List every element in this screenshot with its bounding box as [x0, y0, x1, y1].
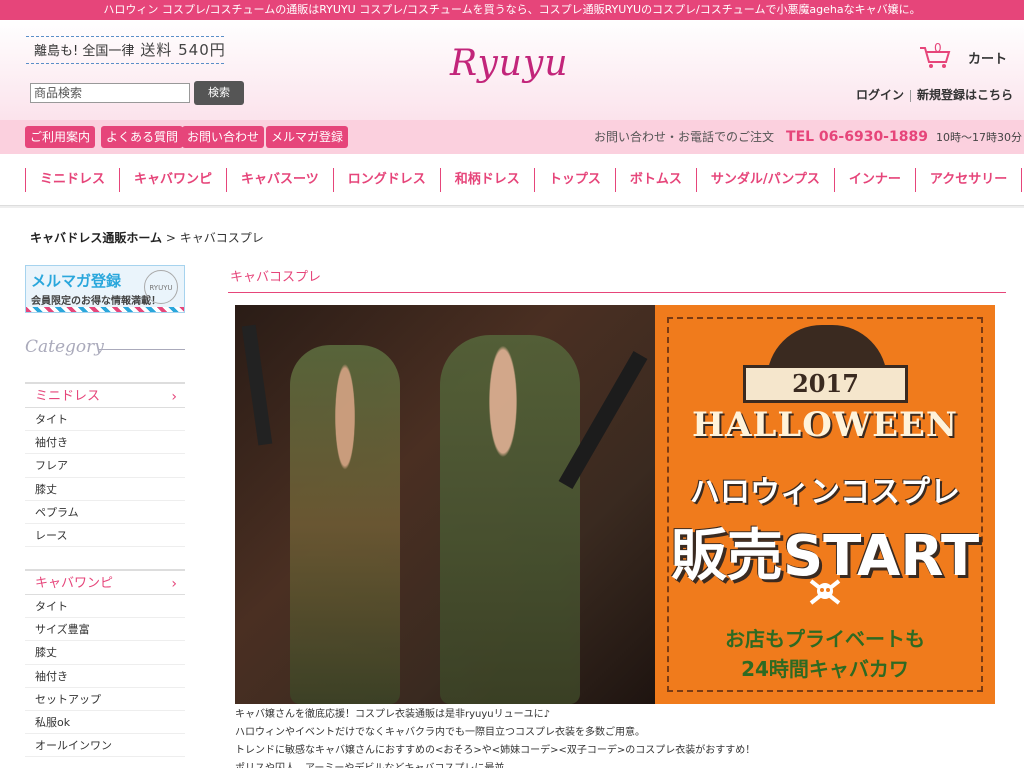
- logo-text: Ryuyu: [450, 43, 569, 84]
- divider: [910, 89, 912, 102]
- cat-cabaret-suit[interactable]: キャバスーツ: [226, 168, 333, 192]
- cat-sandals-pumps[interactable]: サンダル/パンプス: [695, 168, 834, 192]
- sidebar-item[interactable]: レース: [25, 524, 185, 548]
- airmail-stripe: [26, 307, 184, 312]
- skull-crossbones-icon: [809, 579, 841, 605]
- sidebar-item[interactable]: オールインワン: [25, 734, 185, 758]
- search-button[interactable]: 検索: [194, 81, 244, 105]
- description-line: ハロウィンやイベントだけでなくキャバクラ内でも一際目立つコスプレ衣装を多数ご用意…: [235, 727, 645, 738]
- sidebar-item[interactable]: セットアップ: [25, 688, 185, 711]
- business-hours: 10時～17時30分: [935, 131, 1022, 144]
- sidebar-head-label: ミニドレス: [35, 389, 101, 404]
- sidebar-item[interactable]: タイト: [25, 408, 185, 432]
- sidebar-item[interactable]: フレア: [25, 454, 185, 478]
- sidebar-item[interactable]: 袖付き: [25, 431, 185, 455]
- cart-label: カート: [968, 52, 1008, 67]
- breadcrumb: キャバドレス通販ホーム > キャバコスプレ: [30, 229, 264, 246]
- newsletter-title: メルマガ登録: [31, 272, 122, 290]
- banner-sub-1: お店もプライベートも: [725, 627, 925, 651]
- model-photo: [235, 305, 655, 704]
- breadcrumb-home[interactable]: キャバドレス通販ホーム: [30, 231, 162, 245]
- cat-tops[interactable]: トップス: [533, 168, 615, 192]
- banner-jp-title: ハロウィンコスプレ: [690, 475, 960, 510]
- login-link[interactable]: ログイン: [856, 86, 904, 103]
- shipping-price: 送料 540円: [140, 41, 226, 59]
- cat-accessories[interactable]: アクセサリー: [914, 168, 1023, 192]
- phone-number[interactable]: TEL 06-6930-1889: [786, 129, 928, 145]
- cat-mini-dress[interactable]: ミニドレス: [25, 168, 119, 192]
- stamp-icon: RYUYU: [144, 270, 178, 304]
- contact-button[interactable]: お問い合わせ: [182, 126, 265, 148]
- utility-bar: ご利用案内 よくある質問 お問い合わせ メルマガ登録 お問い合わせ・お電話でのご…: [0, 120, 1024, 154]
- cat-inner[interactable]: インナー: [833, 168, 915, 192]
- banner-year: 2017: [743, 365, 908, 403]
- page-title: キャバコスプレ: [228, 265, 1006, 293]
- divider: [0, 206, 1024, 208]
- guide-button[interactable]: ご利用案内: [25, 126, 96, 148]
- sidebar-item[interactable]: 膝丈: [25, 478, 185, 501]
- description-line: ポリスや囚人、アーミーやデビルなどキャバコスプレに最並: [235, 760, 1005, 768]
- description-line: トレンドに敏感なキャバ嬢さんにおすすめの<おそろ>や<姉妹コーデ><双子コーデ>…: [235, 745, 756, 756]
- register-link[interactable]: 新規登録はこちら: [917, 86, 1013, 103]
- halloween-promo-panel: 2017 HALLOWEEN ハロウィンコスプレ 販売START お店もプライベ…: [655, 305, 995, 704]
- breadcrumb-current: キャバコスプレ: [179, 231, 264, 245]
- contact-label: お問い合わせ・お電話でのご注文: [594, 130, 775, 144]
- sidebar-item[interactable]: サイズ豊富: [25, 618, 185, 642]
- sidebar-section-mini-dress: ミニドレス › タイト 袖付き フレア 膝丈 ペプラム レース: [25, 382, 185, 548]
- newsletter-subtitle: 会員限定のお得な情報満載！: [31, 296, 161, 307]
- description: キャバ嬢さんを徹底応援！コスプレ衣装通販は是非ryuyuリューユに♪ ハロウィン…: [235, 706, 1005, 768]
- phone-contact: お問い合わせ・お電話でのご注文 TEL 06-6930-1889 10時～17時30…: [594, 120, 1022, 154]
- category-nav: ミニドレス キャバワンピ キャバスーツ ロングドレス 和柄ドレス トップス ボト…: [0, 154, 1024, 206]
- description-line: キャバ嬢さんを徹底応援！コスプレ衣装通販は是非ryuyuリューユに♪: [235, 709, 551, 720]
- model-right: [440, 335, 580, 704]
- cat-long-dress[interactable]: ロングドレス: [332, 168, 440, 192]
- newsletter-button[interactable]: メルマガ登録: [266, 126, 349, 148]
- sidebar-item[interactable]: ペプラム: [25, 501, 185, 524]
- main-content: キャバコスプレ 2017 HALLOWEEN ハロウィンコスプレ 販売START…: [228, 265, 1006, 768]
- category-heading-text: Category: [25, 337, 104, 357]
- shipping-notice: 離島も! 全国一律 送料 540円: [26, 36, 226, 64]
- chevron-right-icon: ›: [171, 389, 177, 405]
- cat-bottoms[interactable]: ボトムス: [614, 168, 696, 192]
- top-announcement-bar: ハロウィン コスプレ/コスチュームの通販はRYUYU コスプレ/コスチュームを買…: [0, 0, 1024, 20]
- chevron-right-icon: ›: [171, 576, 177, 592]
- cat-cabaret-onepiece[interactable]: キャバワンピ: [119, 168, 226, 192]
- sidebar-item[interactable]: 私服ok: [25, 711, 185, 735]
- site-header: 離島も! 全国一律送料 540円 検索 Ryuyu 0 カート ログイン新規登録…: [0, 20, 1024, 120]
- sidebar-head-label: キャバワンピ: [35, 576, 114, 591]
- cart-link[interactable]: 0 カート: [918, 41, 1010, 74]
- breadcrumb-separator: >: [165, 231, 176, 245]
- search-input[interactable]: [30, 83, 190, 103]
- banner-sub-2: 24時間キャバカワ: [741, 657, 909, 681]
- shipping-text: 離島も! 全国一律: [34, 44, 135, 59]
- category-heading: Category: [25, 337, 185, 361]
- cat-japanese-dress[interactable]: 和柄ドレス: [439, 168, 534, 192]
- sidebar-head-mini-dress[interactable]: ミニドレス ›: [25, 382, 185, 408]
- sidebar-head-cabaret-onepiece[interactable]: キャバワンピ ›: [25, 569, 185, 595]
- site-logo[interactable]: Ryuyu: [450, 40, 580, 88]
- account-links: ログイン 新規登録はこちら: [856, 86, 1013, 103]
- prop-gun-left: [241, 324, 273, 446]
- newsletter-banner[interactable]: メルマガ登録 会員限定のお得な情報満載！ RYUYU: [25, 265, 185, 313]
- faq-button[interactable]: よくある質問: [101, 126, 184, 148]
- sidebar-item[interactable]: 膝丈: [25, 641, 185, 665]
- halloween-banner[interactable]: 2017 HALLOWEEN ハロウィンコスプレ 販売START お店もプライベ…: [235, 305, 995, 704]
- divider: [99, 349, 185, 350]
- sidebar-section-cabaret-onepiece: キャバワンピ › タイト サイズ豊富 膝丈 袖付き セットアップ 私服ok オー…: [25, 569, 185, 758]
- cart-count: 0: [934, 41, 942, 55]
- sidebar-item[interactable]: 袖付き: [25, 665, 185, 688]
- sidebar-item[interactable]: タイト: [25, 595, 185, 619]
- model-left: [290, 345, 400, 704]
- banner-title: HALLOWEEN: [691, 405, 959, 445]
